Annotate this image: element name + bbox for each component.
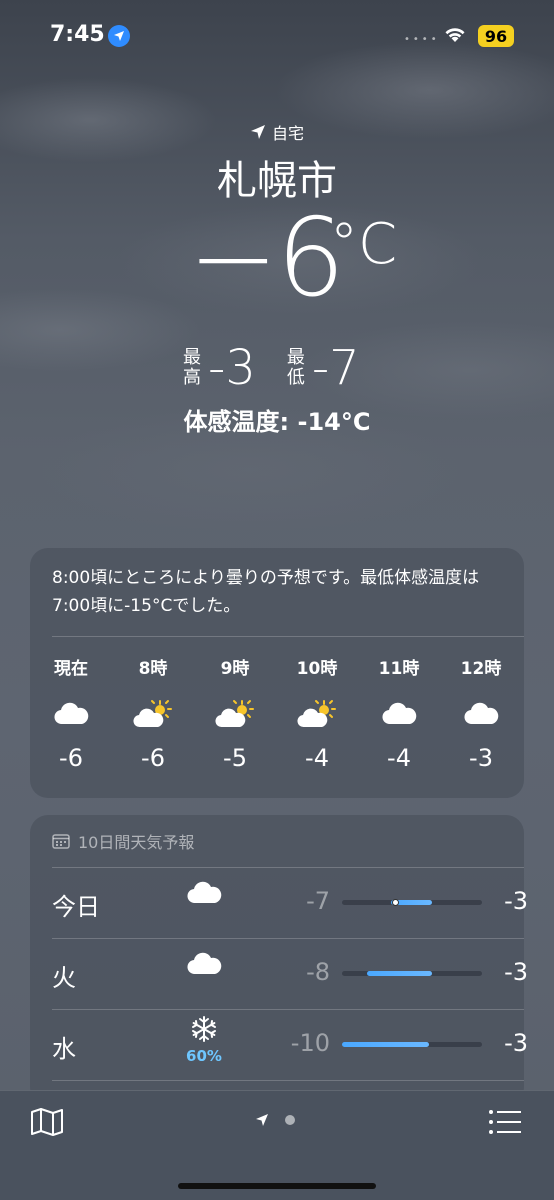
ten-day-title: 10日間天気予報 [78,833,195,852]
location-label: 自宅 [0,120,554,144]
day-row[interactable]: 火 -8 -3 [52,938,528,1008]
location-arrow-icon [250,125,265,139]
hour-temp: -3 [469,744,493,772]
hourly-forecast-card[interactable]: 8:00頃にところにより曇りの予想です。最低体感温度は7:00頃に-15°Cでし… [30,548,524,798]
hour-item: 10時 -4 [276,654,358,772]
temp-range-bar [342,1042,482,1047]
day-low: -8 [306,958,330,986]
hour-item: 11時 -4 [358,654,440,772]
low-temp: -7 [311,340,360,396]
hour-label: 11時 [378,659,420,679]
day-high: -3 [504,887,528,915]
home-indicator [178,1183,376,1189]
city-list-button[interactable] [488,1109,522,1139]
day-low: -7 [306,887,330,915]
ten-day-header: 10日間天気予報 [52,829,194,853]
day-name: 火 [52,964,76,992]
map-icon [31,1108,63,1136]
temperature-unit: °C [330,212,398,277]
hour-item: 現在 -6 [30,654,112,772]
cloud-icon [182,952,226,980]
status-bar: 7:45 •••• 96 [0,0,554,74]
home-label: 自宅 [271,124,304,143]
hour-temp: -5 [223,744,247,772]
hour-temp: -4 [387,744,411,772]
sun-behind-cloud-icon [133,692,173,736]
temp-range-bar [342,971,482,976]
divider [52,1080,524,1081]
battery-indicator: 96 [478,25,514,47]
current-weather: 自宅 札幌市 [0,120,554,206]
page-indicator[interactable] [255,1113,295,1127]
cloud-icon [381,692,417,736]
hour-item: 9時 -5 [194,654,276,772]
low-label: 最低 [286,347,305,388]
feels-like: 体感温度: -14°C [183,408,371,436]
day-high: -3 [504,1029,528,1057]
day-high: -3 [504,958,528,986]
high-label: 最高 [183,347,201,388]
high-temp: -3 [208,340,256,396]
location-arrow-icon [256,1114,268,1126]
bottom-toolbar [0,1090,554,1200]
hour-temp: -6 [141,744,165,772]
hour-temp: -4 [305,744,329,772]
hour-label: 8時 [138,659,168,679]
temp-range-bar [342,899,482,906]
map-button[interactable] [30,1107,64,1141]
high-low: 最高 -3 最低 -7 [180,340,360,396]
temp-range-fill [342,1042,429,1047]
hour-label: 10時 [296,659,338,679]
temp-range-fill [367,971,432,976]
location-arrow-icon [108,25,130,47]
hour-label: 12時 [460,659,502,679]
precip-chance: 60% [186,1047,222,1065]
hour-label: 9時 [220,659,250,679]
day-row[interactable]: 今日 -7 -3 [52,867,528,937]
day-low: -10 [290,1029,330,1057]
status-time: 7:45 [50,22,105,47]
day-name: 水 [52,1035,76,1063]
page-dot[interactable] [285,1115,295,1125]
cloud-icon [53,692,89,736]
signal-icon: •••• [404,34,440,45]
snowflake-icon [182,1015,226,1047]
sun-behind-cloud-icon [297,692,337,736]
forecast-summary: 8:00頃にところにより曇りの予想です。最低体感温度は7:00頃に-15°Cでし… [52,568,480,616]
cloud-icon [182,881,226,909]
hour-label: 現在 [54,659,88,679]
wifi-icon [444,27,466,47]
hour-item: 12時 -3 [440,654,522,772]
hourly-list: 現在 -6 8時 -6 9時 -5 10時 -4 11時 -4 12時 -3 [30,654,524,772]
ten-day-forecast-card[interactable]: 10日間天気予報 今日 -7 -3 火 -8 -3 水 60% -10 -3 [30,815,528,1105]
day-row[interactable]: 水 60% -10 -3 [52,1009,528,1079]
day-name: 今日 [52,893,100,921]
current-temperature: −6 [188,196,345,321]
hour-temp: -6 [59,744,83,772]
calendar-icon [52,834,70,849]
hour-item: 8時 -6 [112,654,194,772]
sun-behind-cloud-icon [215,692,255,736]
divider [52,636,524,637]
cloud-icon [463,692,499,736]
list-icon [489,1110,521,1134]
